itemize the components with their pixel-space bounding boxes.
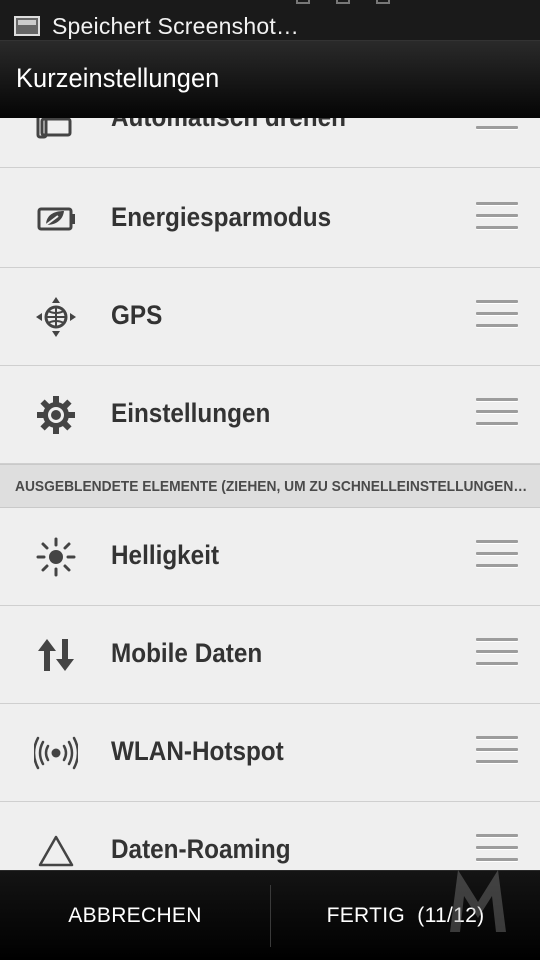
status-icon — [336, 0, 350, 4]
list-item-label: WLAN-Hotspot — [111, 735, 284, 766]
list-item-gps[interactable]: GPS — [0, 268, 540, 366]
list-item-label: Automatisch drehen — [111, 118, 346, 133]
section-header-text: AUSGEBLENDETE ELEMENTE (ZIEHEN, UM ZU SC… — [15, 478, 528, 495]
status-bar: Speichert Screenshot… — [0, 0, 540, 40]
list-item-label: Daten-Roaming — [111, 833, 291, 864]
drag-handle[interactable] — [476, 637, 518, 672]
list-item-hotspot[interactable]: WLAN-Hotspot — [0, 704, 540, 802]
hotspot-icon — [34, 736, 78, 769]
list-item-power-saver[interactable]: Energiesparmodus — [0, 170, 540, 268]
status-icons — [296, 0, 390, 4]
rotate-icon — [36, 118, 72, 138]
drag-handle[interactable] — [476, 735, 518, 770]
quick-settings-list[interactable]: Automatisch drehen Energiesparmodus GPS — [0, 118, 540, 870]
drag-handle[interactable] — [476, 397, 518, 432]
list-item-brightness[interactable]: Helligkeit — [0, 508, 540, 606]
notification-text: Speichert Screenshot… — [52, 13, 300, 39]
list-item-label: Helligkeit — [111, 539, 220, 570]
status-icon — [376, 0, 390, 4]
drag-handle[interactable] — [476, 118, 518, 136]
page-title: Kurzeinstellungen — [16, 63, 220, 93]
mobile-data-icon — [38, 638, 74, 671]
cancel-button[interactable]: ABBRECHEN — [0, 871, 270, 960]
gps-icon — [36, 296, 76, 337]
screenshot-icon — [14, 16, 40, 36]
hidden-items-section-header: AUSGEBLENDETE ELEMENTE (ZIEHEN, UM ZU SC… — [0, 464, 540, 508]
list-item-roaming[interactable]: Daten-Roaming — [0, 802, 540, 870]
list-item-label: Energiesparmodus — [111, 201, 332, 232]
drag-handle[interactable] — [476, 201, 518, 236]
drag-handle[interactable] — [476, 539, 518, 574]
status-icon — [296, 0, 310, 4]
list-item-mobile-data[interactable]: Mobile Daten — [0, 606, 540, 704]
list-item-auto-rotate[interactable]: Automatisch drehen — [0, 118, 540, 168]
list-item-label: GPS — [111, 299, 163, 330]
brightness-icon — [36, 537, 76, 576]
list-item-label: Einstellungen — [111, 397, 271, 428]
power-saver-icon — [37, 207, 75, 230]
title-bar: Kurzeinstellungen — [0, 40, 540, 118]
drag-handle[interactable] — [476, 299, 518, 334]
list-item-settings[interactable]: Einstellungen — [0, 366, 540, 464]
gear-icon — [37, 395, 75, 434]
roaming-icon — [38, 835, 74, 866]
list-item-label: Mobile Daten — [111, 637, 263, 668]
watermark-logo — [450, 870, 506, 932]
